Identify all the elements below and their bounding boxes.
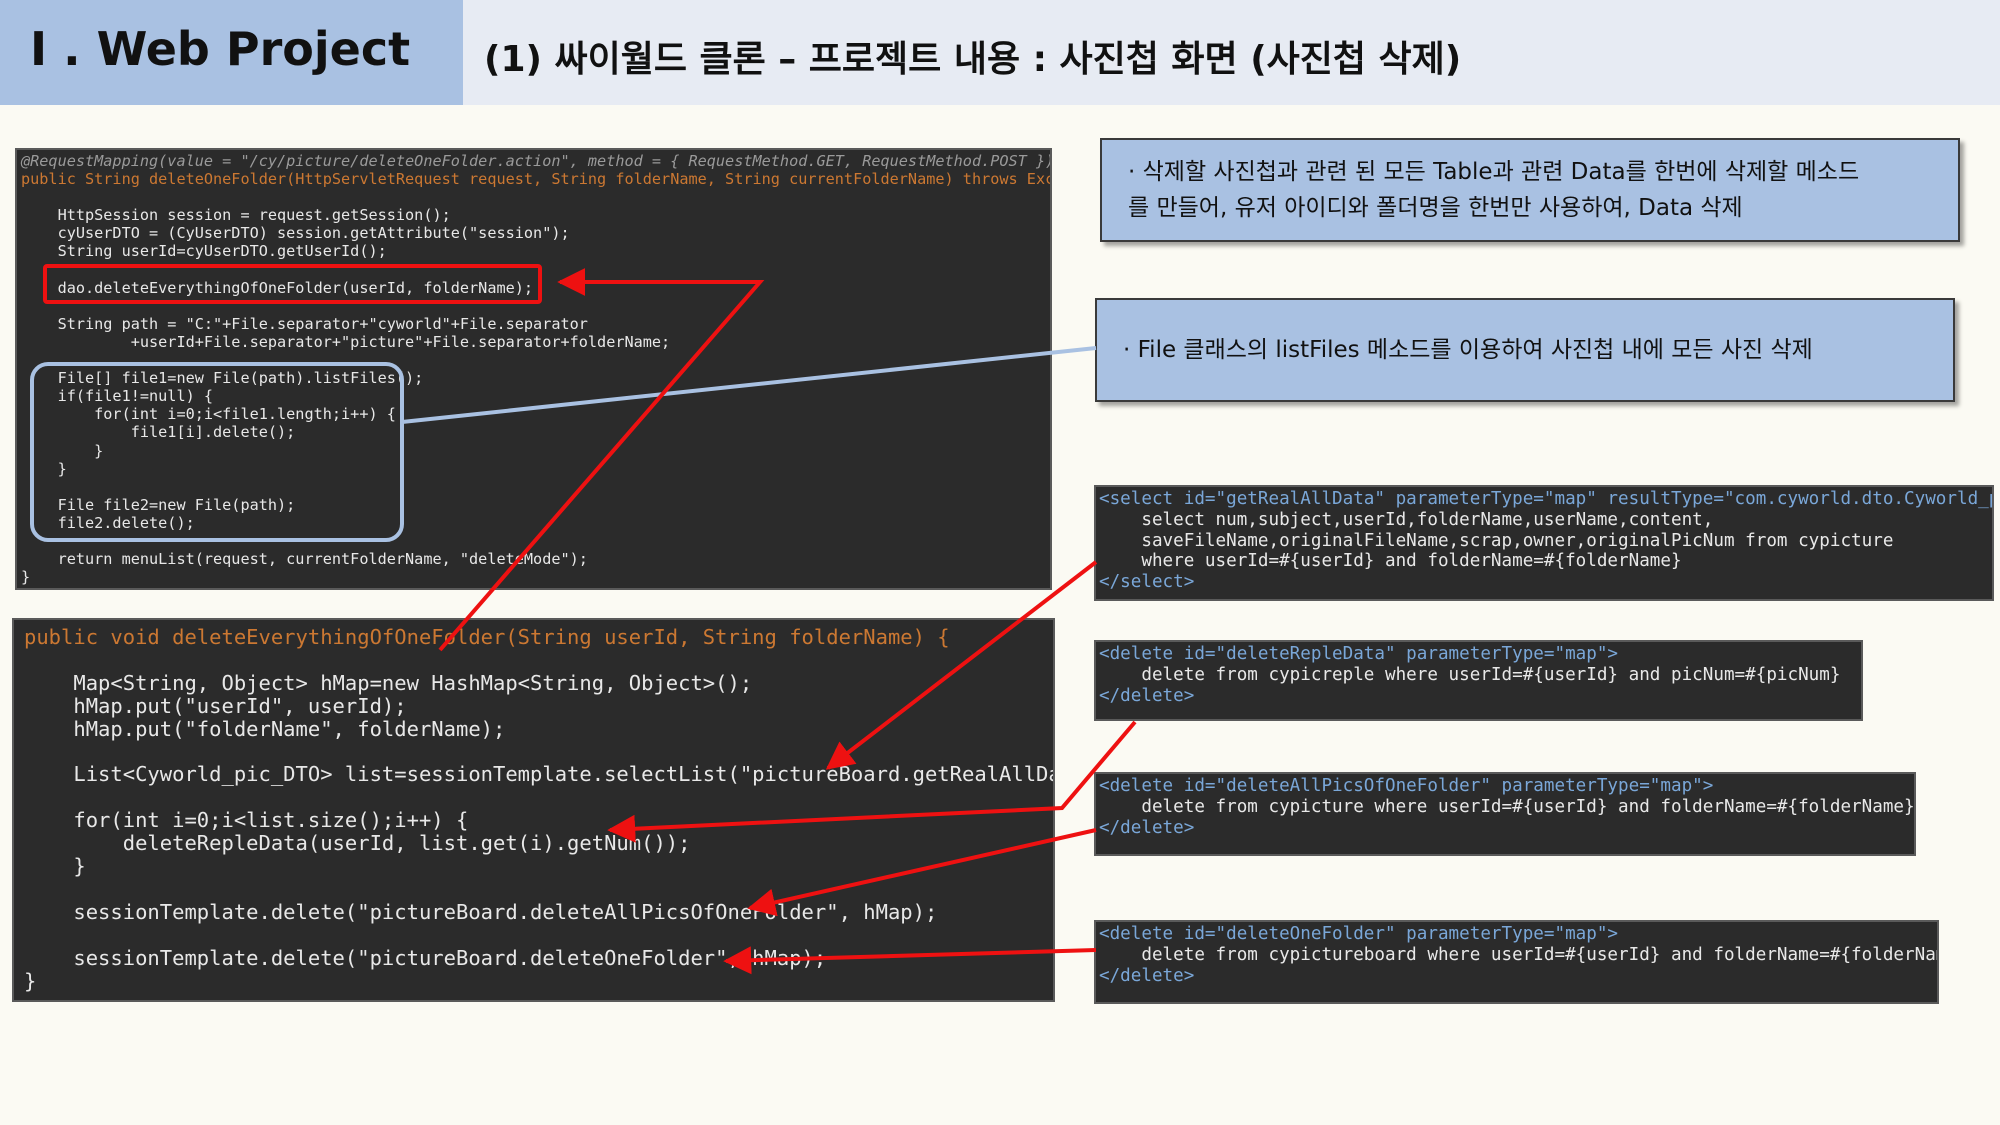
code-line: dao.deleteEverythingOfOneFolder(userId, … <box>21 278 534 297</box>
code-line: if(file1!=null) { <box>21 387 214 406</box>
sql-delete-reple-panel: <delete id="deleteRepleData" parameterTy… <box>1094 640 1863 721</box>
code-line: } <box>24 968 37 993</box>
code-line: file2.delete(); <box>21 513 195 532</box>
code-line: String path = "C:"+File.separator+"cywor… <box>21 314 588 333</box>
code-line: for(int i=0;i<file1.length;i++) { <box>21 405 396 424</box>
code-line: } <box>24 854 86 879</box>
sql-select-panel: <select id="getRealAllData" parameterTyp… <box>1094 485 1994 601</box>
code-line: public String deleteOneFolder(HttpServle… <box>21 170 1052 189</box>
code-line: select num,subject,userId,folderName,use… <box>1099 509 1714 530</box>
sql-delete-folder-panel: <delete id="deleteOneFolder" parameterTy… <box>1094 920 1939 1004</box>
dao-code-panel: public void deleteEverythingOfOneFolder(… <box>12 618 1055 1002</box>
controller-code-panel: @RequestMapping(value = "/cy/picture/del… <box>15 148 1052 590</box>
code-line: sessionTemplate.delete("pictureBoard.del… <box>24 899 938 924</box>
code-line: sessionTemplate.delete("pictureBoard.del… <box>24 945 827 970</box>
code-line: File file2=new File(path); <box>21 495 296 514</box>
code-line: where userId=#{userId} and folderName=#{… <box>1099 551 1682 572</box>
code-line: </delete> <box>1099 965 1195 986</box>
code-line: hMap.put("userId", userId); <box>24 693 407 718</box>
code-line: String userId=cyUserDTO.getUserId(); <box>21 242 387 261</box>
code-line: cyUserDTO = (CyUserDTO) session.getAttri… <box>21 224 570 243</box>
code-line: delete from cypictureboard where userId=… <box>1099 944 1939 965</box>
code-line: public void deleteEverythingOfOneFolder(… <box>24 625 950 649</box>
code-line: <delete id="deleteOneFolder" parameterTy… <box>1099 924 1619 944</box>
code-line: List<Cyworld_pic_DTO> list=sessionTempla… <box>73 762 1055 787</box>
sql-delete-pics-panel: <delete id="deleteAllPicsOfOneFolder" pa… <box>1094 772 1916 856</box>
code-line: File[] file1=new File(path).listFiles(); <box>21 369 424 388</box>
code-line: deleteRepleData(userId, list.get(i).getN… <box>24 831 691 856</box>
code-line: } <box>21 441 104 460</box>
section-label-box: I . Web Project <box>0 0 463 105</box>
callout-note-delete-all: · 삭제할 사진첩과 관련 된 모든 Table과 관련 Data를 한번에 삭… <box>1100 138 1960 242</box>
callout-text: · 삭제할 사진첩과 관련 된 모든 Table과 관련 Data를 한번에 삭… <box>1128 159 1860 221</box>
code-line: <delete id="deleteAllPicsOfOneFolder" pa… <box>1099 776 1714 796</box>
code-line: } <box>21 459 67 478</box>
code-line: file1[i].delete(); <box>21 423 296 442</box>
code-line: Map<String, Object> hMap=new HashMap<Str… <box>24 670 753 695</box>
section-title: I . Web Project <box>30 22 411 76</box>
page-title: (1) 싸이월드 클론 – 프로젝트 내용 : 사진첩 화면 (사진첩 삭제) <box>484 39 1462 80</box>
code-line: delete from cypicreple where userId=#{us… <box>1099 664 1841 685</box>
code-line: <select id="getRealAllData" parameterTyp… <box>1099 489 1994 509</box>
code-line: @RequestMapping(value = "/cy/picture/del… <box>21 152 1052 170</box>
code-line: +userId+File.separator+"picture"+File.se… <box>21 332 671 351</box>
code-line: delete from cypicture where userId=#{use… <box>1099 796 1915 817</box>
code-line: return menuList(request, currentFolderNa… <box>21 550 588 569</box>
code-line: </delete> <box>1099 817 1195 838</box>
code-line: <delete id="deleteRepleData" parameterTy… <box>1099 644 1619 664</box>
code-line: </delete> <box>1099 685 1195 706</box>
code-line: } <box>21 568 31 587</box>
code-line: HttpSession session = request.getSession… <box>21 206 451 225</box>
code-line: hMap.put("folderName", folderName); <box>24 716 506 741</box>
code-line: for(int i=0;i<list.size();i++) { <box>24 808 469 833</box>
code-line: </select> <box>1099 572 1195 593</box>
callout-note-list-files: · File 클래스의 listFiles 메소드를 이용하여 사진첩 내에 모… <box>1095 298 1955 402</box>
callout-text: · File 클래스의 listFiles 메소드를 이용하여 사진첩 내에 모… <box>1123 337 1813 363</box>
code-line: saveFileName,originalFileName,scrap,owne… <box>1099 530 1894 551</box>
slide-header: I . Web Project (1) 싸이월드 클론 – 프로젝트 내용 : … <box>0 0 2000 105</box>
